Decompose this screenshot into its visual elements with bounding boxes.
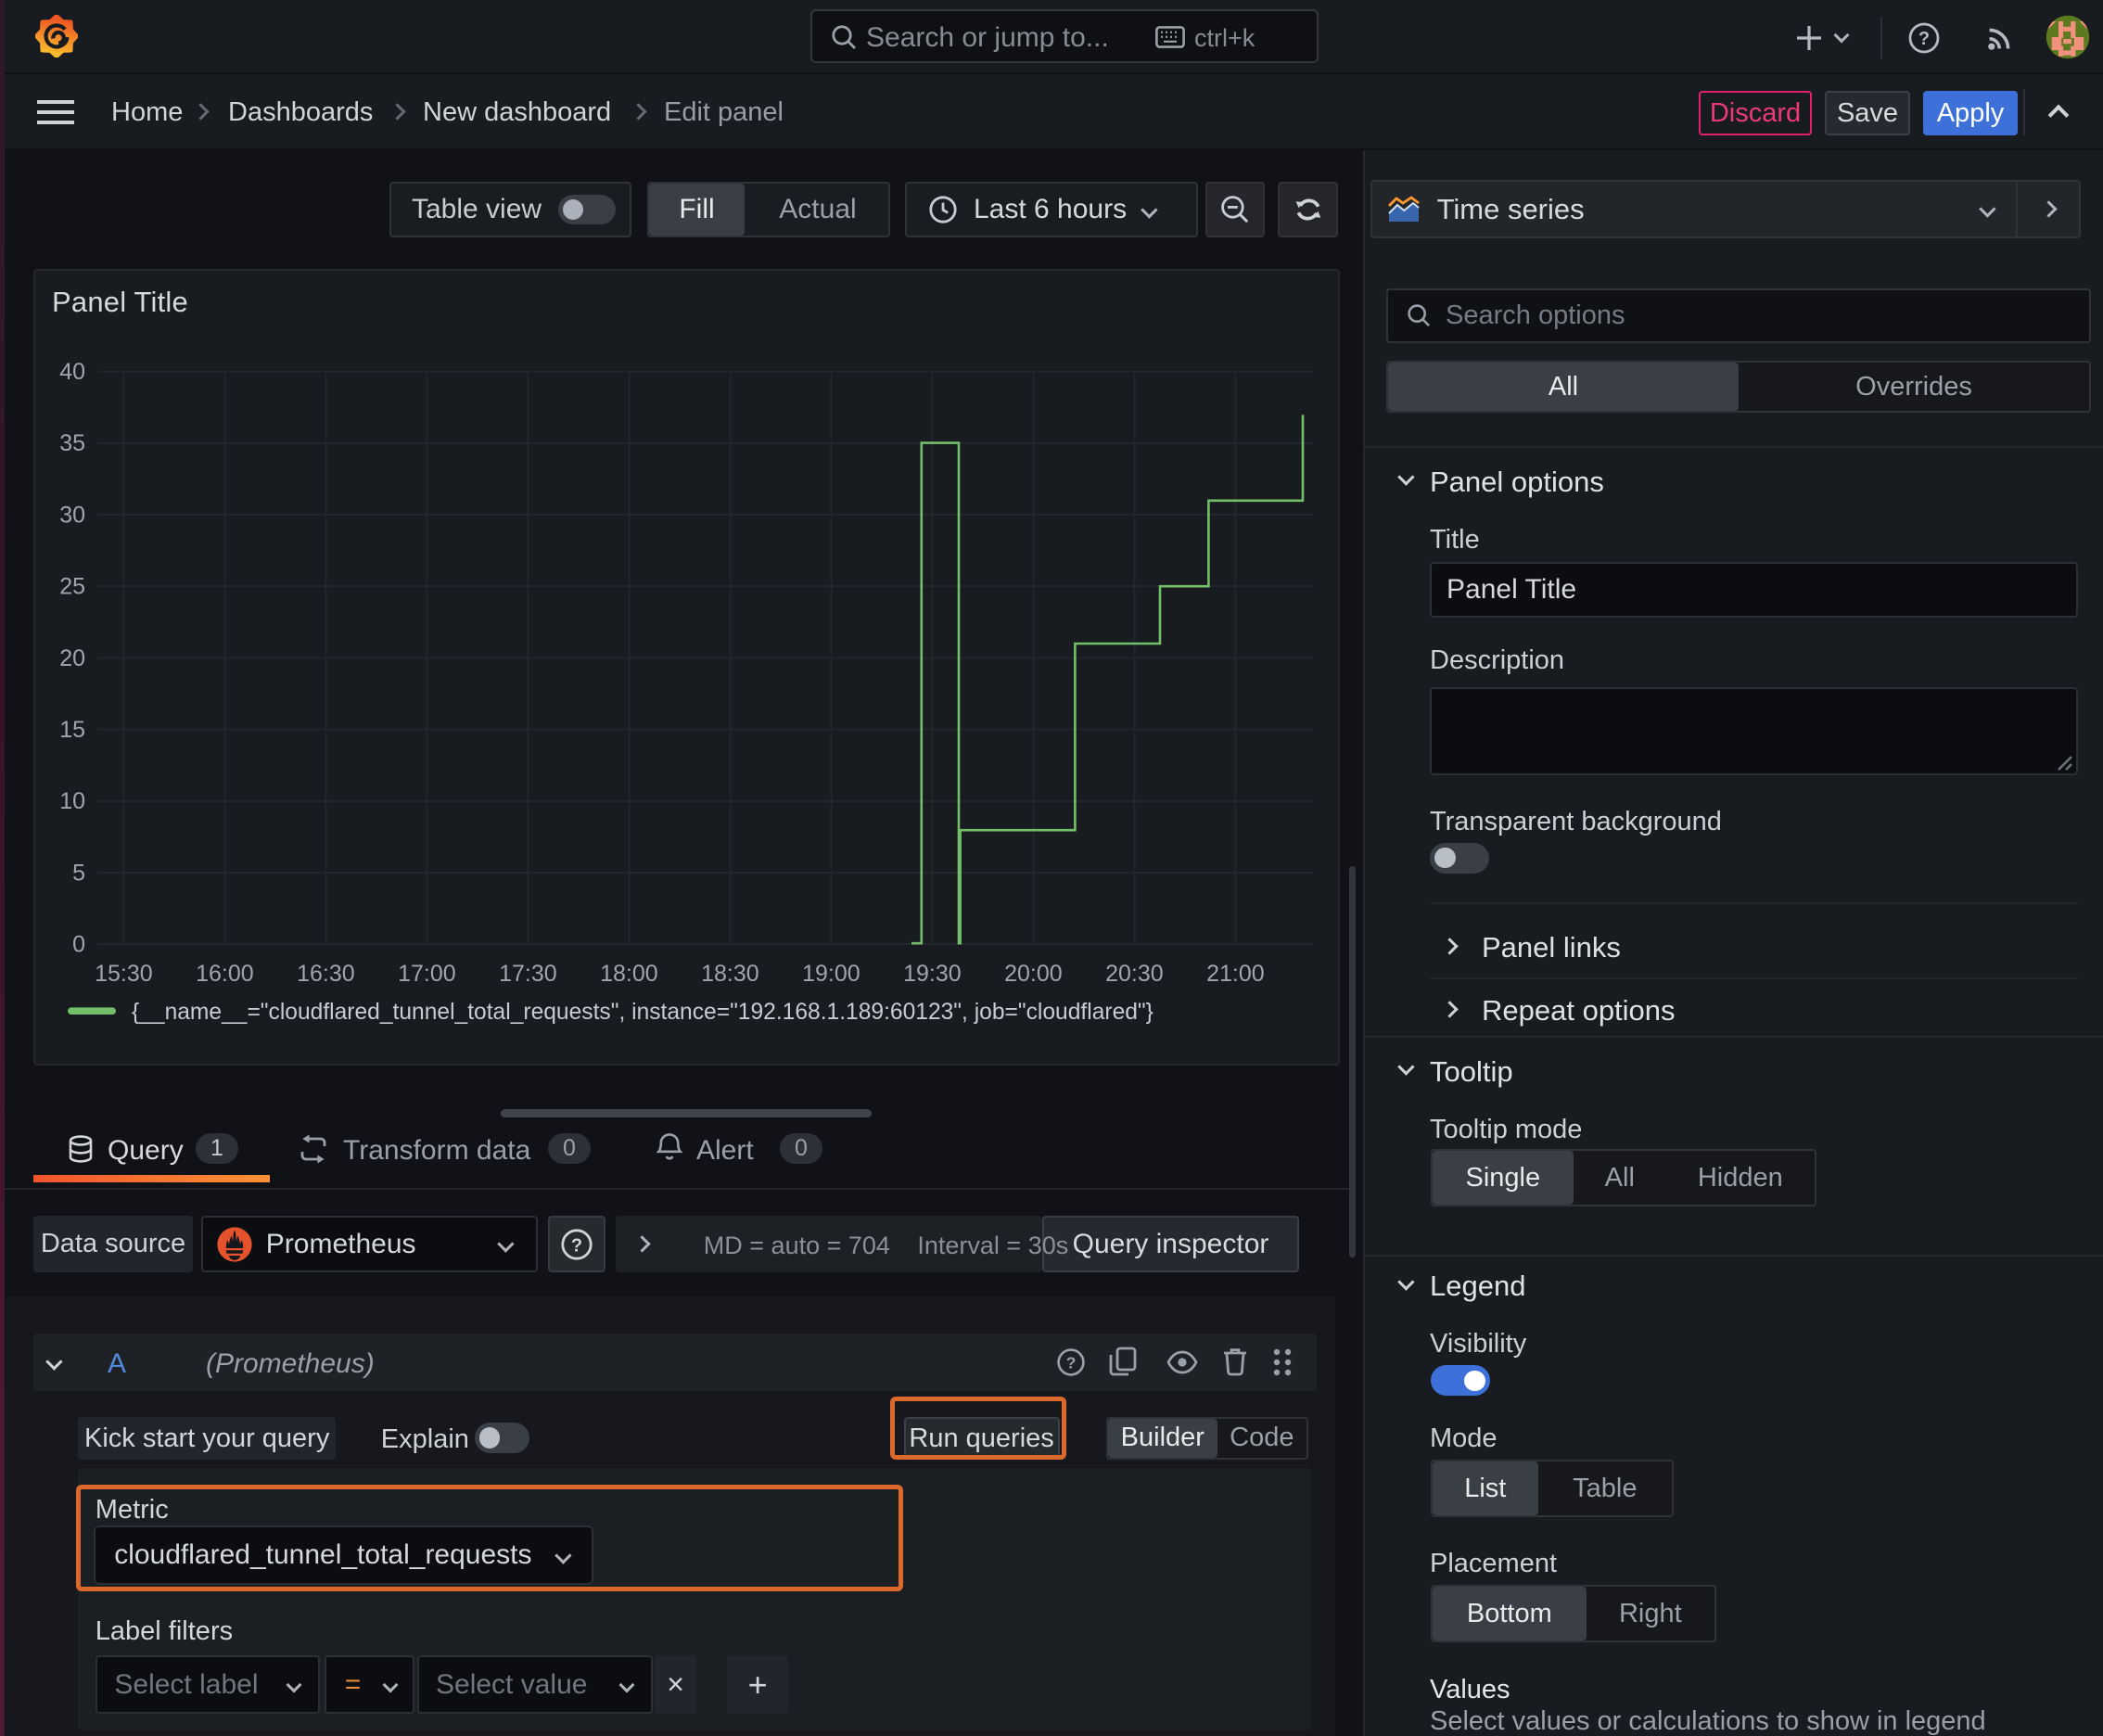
svg-text:16:30: 16:30 <box>297 961 355 987</box>
svg-text:18:00: 18:00 <box>600 961 658 987</box>
svg-text:?: ? <box>1066 1354 1077 1372</box>
svg-text:16:00: 16:00 <box>196 961 254 987</box>
svg-text:25: 25 <box>59 574 85 600</box>
svg-text:18:30: 18:30 <box>701 961 759 987</box>
svg-text:17:30: 17:30 <box>499 961 557 987</box>
svg-text:35: 35 <box>59 430 85 456</box>
svg-text:15:30: 15:30 <box>95 961 153 987</box>
svg-text:17:00: 17:00 <box>398 961 456 987</box>
svg-text:19:00: 19:00 <box>802 961 860 987</box>
svg-text:{__name__="cloudflared_tunnel_: {__name__="cloudflared_tunnel_total_requ… <box>132 1000 1153 1025</box>
svg-text:?: ? <box>1918 29 1930 49</box>
svg-text:5: 5 <box>72 860 85 886</box>
svg-text:15: 15 <box>59 717 85 743</box>
svg-text:40: 40 <box>59 359 85 385</box>
svg-text:0: 0 <box>72 932 85 958</box>
svg-text:20: 20 <box>59 645 85 671</box>
svg-text:20:30: 20:30 <box>1105 961 1164 987</box>
svg-text:21:00: 21:00 <box>1206 961 1265 987</box>
svg-text:30: 30 <box>59 502 85 528</box>
svg-text:19:30: 19:30 <box>903 961 962 987</box>
svg-text:?: ? <box>571 1235 582 1256</box>
svg-text:10: 10 <box>59 788 85 814</box>
svg-text:20:00: 20:00 <box>1004 961 1063 987</box>
